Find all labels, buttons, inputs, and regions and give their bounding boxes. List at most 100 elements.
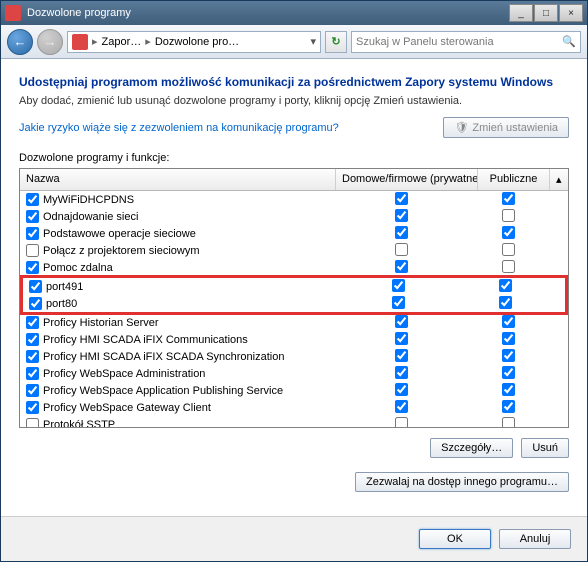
table-row[interactable]: Pomoc zdalna [20,259,568,276]
private-checkbox[interactable] [395,226,408,239]
private-checkbox[interactable] [395,332,408,345]
allow-another-button[interactable]: Zezwalaj na dostęp innego programu… [355,472,569,492]
firewall-icon [72,34,88,50]
enable-checkbox[interactable] [26,418,39,427]
enable-checkbox[interactable] [29,280,42,293]
table-row[interactable]: Proficy Historian Server [20,314,568,331]
table-row[interactable]: MyWiFiDHCPDNS [20,191,568,208]
row-name: Proficy HMI SCADA iFIX Communications [43,334,248,346]
private-checkbox[interactable] [392,279,405,292]
breadcrumb[interactable]: ▸ Zapor… ▸ Dozwolone pro… ▾ [67,31,321,53]
row-name: Proficy HMI SCADA iFIX SCADA Synchroniza… [43,351,284,363]
row-name: Proficy WebSpace Application Publishing … [43,385,283,397]
enable-checkbox[interactable] [26,401,39,414]
row-name: Proficy WebSpace Administration [43,368,205,380]
public-checkbox[interactable] [502,260,515,273]
enable-checkbox[interactable] [29,297,42,310]
table-body: MyWiFiDHCPDNS Odnajdowanie sieci Podstaw… [20,191,568,427]
details-button[interactable]: Szczegóły… [430,438,513,458]
public-checkbox[interactable] [502,243,515,256]
crumb-1[interactable]: Zapor… [102,36,142,48]
table-row[interactable]: Podstawowe operacje sieciowe [20,225,568,242]
table-row[interactable]: Proficy HMI SCADA iFIX Communications [20,331,568,348]
public-checkbox[interactable] [502,332,515,345]
scroll-up-button[interactable]: ▴ [550,169,568,190]
private-checkbox[interactable] [395,400,408,413]
private-checkbox[interactable] [395,349,408,362]
table-row[interactable]: Proficy WebSpace Gateway Client [20,399,568,416]
chevron-right-icon: ▸ [92,35,98,48]
public-checkbox[interactable] [502,400,515,413]
col-public[interactable]: Publiczne [478,169,550,190]
app-icon [5,5,21,21]
enable-checkbox[interactable] [26,350,39,363]
crumb-2[interactable]: Dozwolone pro… [155,36,239,48]
enable-checkbox[interactable] [26,244,39,257]
public-checkbox[interactable] [502,226,515,239]
private-checkbox[interactable] [395,209,408,222]
private-checkbox[interactable] [395,243,408,256]
forward-button[interactable]: → [37,29,63,55]
enable-checkbox[interactable] [26,384,39,397]
dropdown-icon[interactable]: ▾ [310,35,316,48]
table-row[interactable]: Proficy WebSpace Application Publishing … [20,382,568,399]
risk-link[interactable]: Jakie ryzyko wiąże się z zezwoleniem na … [19,122,339,134]
public-checkbox[interactable] [502,315,515,328]
maximize-button[interactable]: □ [534,4,558,22]
enable-checkbox[interactable] [26,227,39,240]
row-name: Podstawowe operacje sieciowe [43,228,196,240]
private-checkbox[interactable] [395,260,408,273]
back-button[interactable]: ← [7,29,33,55]
row-name: Proficy Historian Server [43,317,159,329]
private-checkbox[interactable] [395,417,408,428]
search-input[interactable]: Szukaj w Panelu sterowania 🔍 [351,31,581,53]
table-row[interactable]: port80 [23,295,565,312]
ok-button[interactable]: OK [419,529,491,549]
row-name: Odnajdowanie sieci [43,211,138,223]
chevron-right-icon: ▸ [145,35,151,48]
row-name: Proficy WebSpace Gateway Client [43,402,211,414]
public-checkbox[interactable] [502,192,515,205]
change-settings-button[interactable]: Zmień ustawienia [443,117,569,138]
private-checkbox[interactable] [395,192,408,205]
public-checkbox[interactable] [502,383,515,396]
page-subtitle: Aby dodać, zmienić lub usunąć dozwolone … [19,95,569,107]
table-row[interactable]: Połącz z projektorem sieciowym [20,242,568,259]
cancel-button[interactable]: Anuluj [499,529,571,549]
enable-checkbox[interactable] [26,193,39,206]
enable-checkbox[interactable] [26,333,39,346]
public-checkbox[interactable] [502,366,515,379]
table-row[interactable]: Proficy WebSpace Administration [20,365,568,382]
titlebar[interactable]: Dozwolone programy _ □ × [1,1,587,25]
remove-button[interactable]: Usuń [521,438,569,458]
private-checkbox[interactable] [392,296,405,309]
close-button[interactable]: × [559,4,583,22]
enable-checkbox[interactable] [26,210,39,223]
table-row[interactable]: Proficy HMI SCADA iFIX SCADA Synchroniza… [20,348,568,365]
private-checkbox[interactable] [395,366,408,379]
table-row[interactable]: Odnajdowanie sieci [20,208,568,225]
col-name[interactable]: Nazwa [20,169,336,190]
public-checkbox[interactable] [502,417,515,428]
private-checkbox[interactable] [395,383,408,396]
private-checkbox[interactable] [395,315,408,328]
minimize-button[interactable]: _ [509,4,533,22]
public-checkbox[interactable] [502,349,515,362]
col-private[interactable]: Domowe/firmowe (prywatne) [336,169,478,190]
programs-table: Nazwa Domowe/firmowe (prywatne) Publiczn… [19,168,569,428]
search-placeholder: Szukaj w Panelu sterowania [356,36,494,48]
public-checkbox[interactable] [499,296,512,309]
page-heading: Udostępniaj programom możliwość komunika… [19,75,569,89]
public-checkbox[interactable] [502,209,515,222]
public-checkbox[interactable] [499,279,512,292]
table-row[interactable]: Protokół SSTP [20,416,568,427]
table-row[interactable]: port491 [23,278,565,295]
table-header: Nazwa Domowe/firmowe (prywatne) Publiczn… [20,169,568,191]
enable-checkbox[interactable] [26,316,39,329]
enable-checkbox[interactable] [26,261,39,274]
group-label: Dozwolone programy i funkcje: [19,152,569,164]
enable-checkbox[interactable] [26,367,39,380]
refresh-button[interactable]: ↻ [325,31,347,53]
row-name: MyWiFiDHCPDNS [43,194,134,206]
row-name: port491 [46,281,83,293]
